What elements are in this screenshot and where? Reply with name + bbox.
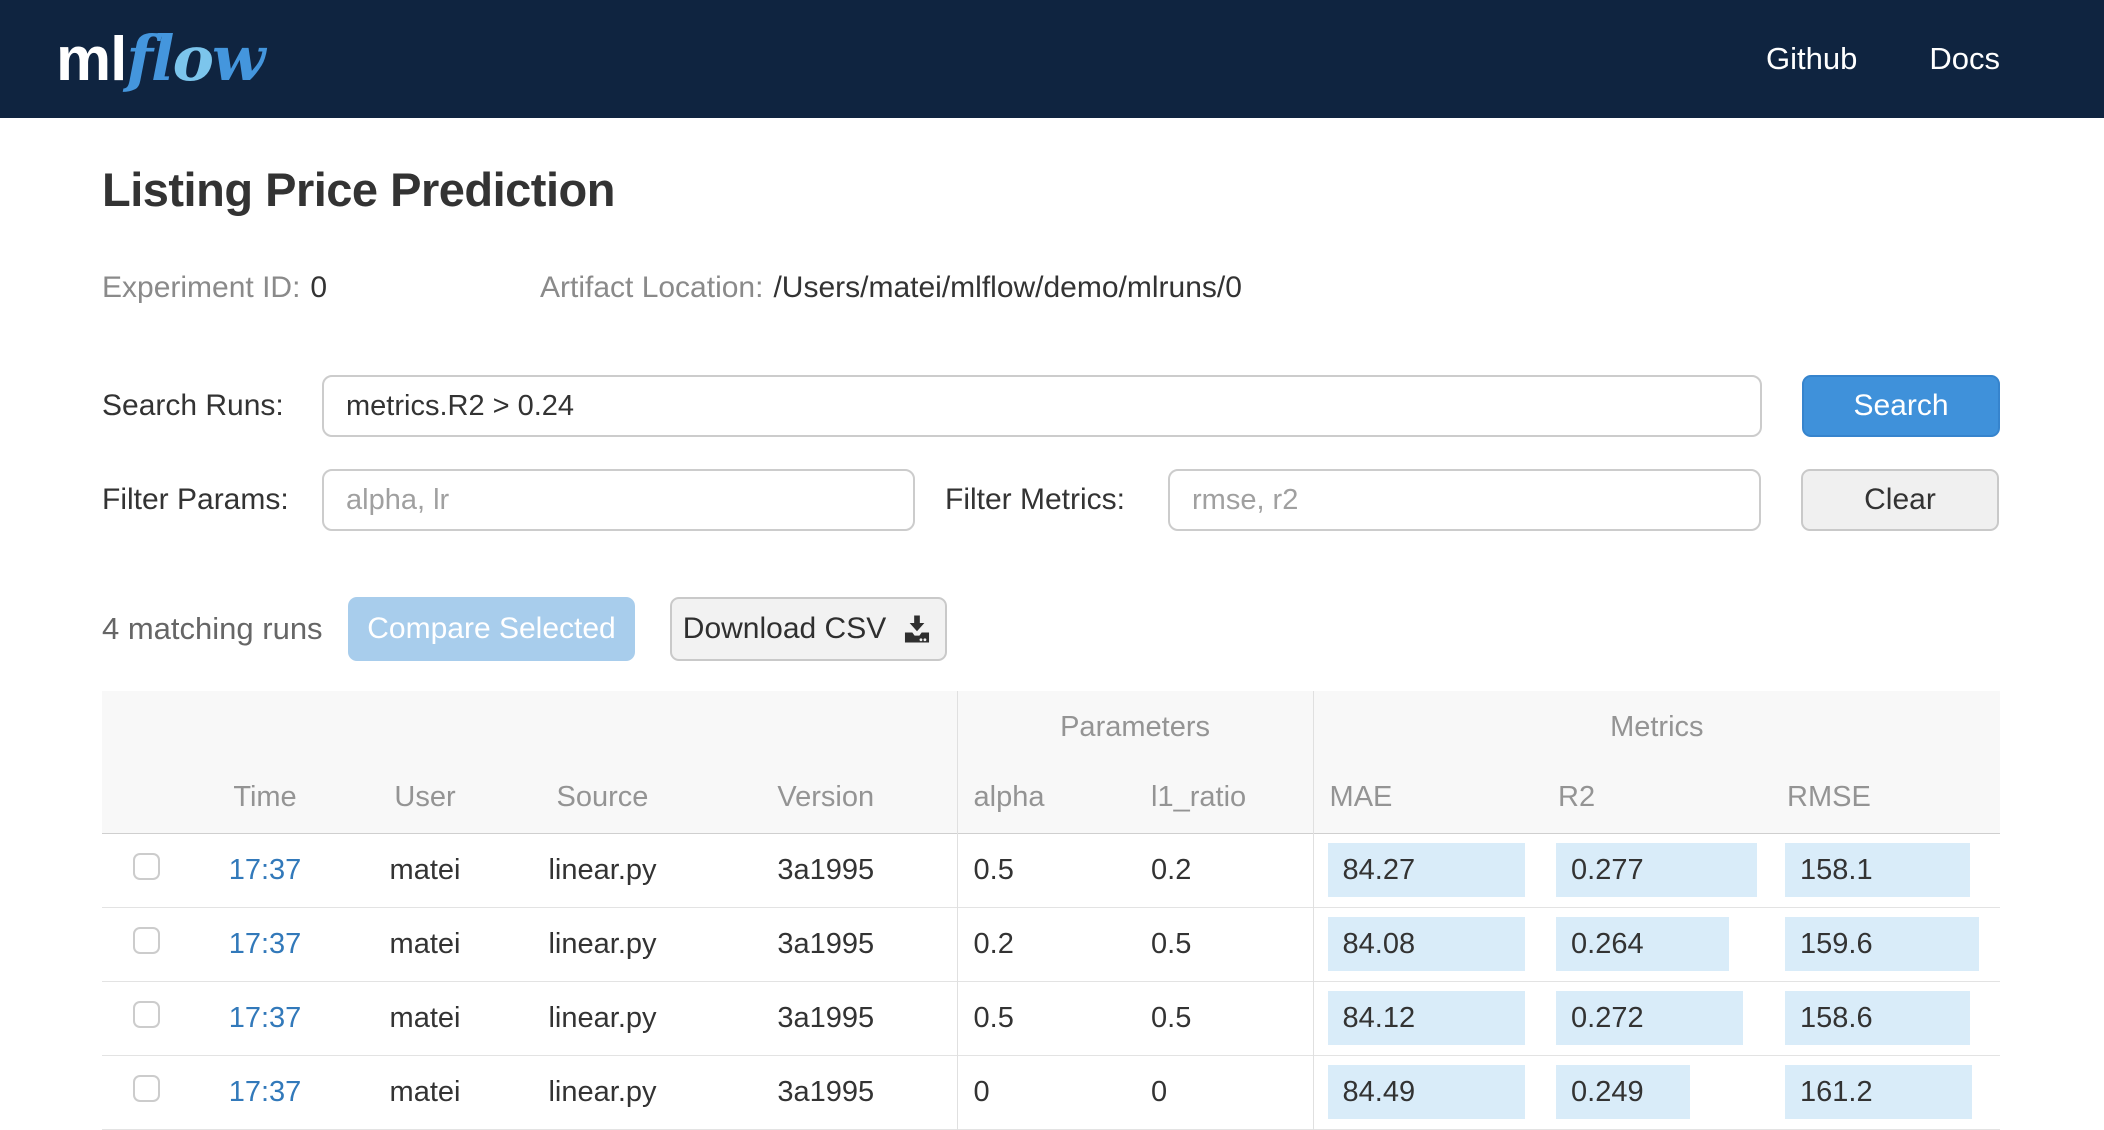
col-header-rmse: RMSE — [1787, 781, 1871, 814]
filter-metrics-input[interactable] — [1168, 469, 1761, 531]
artifact-location-group: Artifact Location: /Users/matei/mlflow/d… — [540, 271, 1242, 305]
run-source: linear.py — [548, 1075, 657, 1108]
run-metric-rmse: 161.2 — [1785, 1065, 1973, 1119]
run-source: linear.py — [548, 1001, 657, 1034]
run-metric-rmse: 158.1 — [1785, 843, 1971, 897]
table-row: 17:37 matei linear.py 3a1995 0.5 0.5 84.… — [102, 981, 2001, 1055]
download-csv-button[interactable]: Download CSV — [670, 597, 947, 661]
run-param-l1-ratio: 0.5 — [1151, 1001, 1192, 1034]
run-param-l1-ratio: 0 — [1151, 1075, 1168, 1108]
run-source: linear.py — [548, 927, 657, 960]
logo-ml: ml — [56, 24, 127, 94]
run-param-l1-ratio: 0.2 — [1151, 853, 1192, 886]
logo-flow: flow — [126, 21, 265, 95]
col-header-mae: MAE — [1312, 763, 1543, 833]
run-checkbox[interactable] — [132, 1000, 160, 1028]
run-checkbox[interactable] — [132, 852, 160, 880]
search-runs-label: Search Runs: — [102, 389, 284, 422]
page-title: Listing Price Prediction — [102, 163, 615, 216]
search-runs-input[interactable] — [322, 375, 1762, 437]
run-version: 3a1995 — [777, 927, 875, 960]
search-button[interactable]: Search — [1802, 375, 2000, 437]
run-source: linear.py — [548, 853, 657, 886]
experiment-id-group: Experiment ID: 0 — [102, 271, 540, 305]
run-metric-rmse: 158.6 — [1785, 991, 1971, 1045]
group-header-parameters: Parameters — [956, 691, 1314, 763]
run-version: 3a1995 — [777, 1001, 875, 1034]
run-param-l1-ratio: 0.5 — [1151, 927, 1192, 960]
col-header-time: Time — [233, 781, 297, 814]
experiment-id-value: 0 — [310, 271, 328, 304]
matching-runs-count: 4 matching runs — [102, 611, 323, 646]
run-user: matei — [389, 1075, 461, 1108]
run-param-alpha: 0 — [956, 1055, 1136, 1129]
run-metric-mae: 84.27 — [1327, 843, 1525, 897]
nav-link-docs[interactable]: Docs — [1929, 41, 2000, 77]
nav-link-github[interactable]: Github — [1766, 41, 1857, 77]
mlflow-logo[interactable]: ml flow — [56, 21, 265, 95]
run-version: 3a1995 — [777, 853, 875, 886]
table-row: 17:37 matei linear.py 3a1995 0.5 0.2 84.… — [102, 833, 2001, 907]
run-metric-mae: 84.49 — [1327, 1065, 1525, 1119]
table-row: 17:37 matei linear.py 3a1995 0 0 84.49 0… — [102, 1055, 2001, 1129]
col-header-version: Version — [777, 781, 875, 814]
run-metric-r2: 0.277 — [1556, 843, 1758, 897]
nav-links: Github Docs — [1766, 41, 2000, 77]
filter-params-input[interactable] — [322, 469, 915, 531]
run-checkbox[interactable] — [132, 926, 160, 954]
run-checkbox[interactable] — [132, 1074, 160, 1102]
col-header-r2: R2 — [1558, 781, 1596, 814]
run-metric-rmse: 159.6 — [1785, 917, 1980, 971]
runs-table: Parameters Metrics Time User Source Vers… — [102, 691, 2001, 1130]
run-metric-mae: 84.08 — [1327, 917, 1525, 971]
experiment-meta: Experiment ID: 0 Artifact Location: /Use… — [102, 271, 2000, 305]
table-row: 17:37 matei linear.py 3a1995 0.2 0.5 84.… — [102, 907, 2001, 981]
run-version: 3a1995 — [777, 1075, 875, 1108]
run-metric-r2: 0.264 — [1556, 917, 1730, 971]
group-header-empty — [102, 691, 957, 763]
table-body: 17:37 matei linear.py 3a1995 0.5 0.2 84.… — [102, 833, 2001, 1129]
col-header-l1-ratio: l1_ratio — [1151, 781, 1247, 814]
download-csv-label: Download CSV — [682, 612, 887, 645]
run-metric-r2: 0.249 — [1556, 1065, 1691, 1119]
run-time-link[interactable]: 17:37 — [229, 1076, 302, 1108]
experiment-id-label: Experiment ID: — [102, 271, 301, 304]
run-user: matei — [389, 853, 461, 886]
run-user: matei — [389, 1001, 461, 1034]
run-time-link[interactable]: 17:37 — [229, 928, 302, 960]
run-param-alpha: 0.5 — [956, 981, 1136, 1055]
actions-row: 4 matching runs Compare Selected Downloa… — [102, 597, 2000, 661]
run-param-alpha: 0.2 — [956, 907, 1136, 981]
download-icon — [905, 615, 930, 643]
filter-params-label: Filter Params: — [102, 483, 289, 516]
run-metric-mae: 84.12 — [1327, 991, 1525, 1045]
col-header-source: Source — [556, 781, 649, 814]
artifact-location-value: /Users/matei/mlflow/demo/mlruns/0 — [773, 271, 1242, 304]
run-metric-r2: 0.272 — [1556, 991, 1744, 1045]
table-header: Parameters Metrics Time User Source Vers… — [102, 691, 2001, 833]
run-time-link[interactable]: 17:37 — [229, 854, 302, 886]
compare-selected-button[interactable]: Compare Selected — [348, 597, 635, 661]
col-header-alpha: alpha — [956, 763, 1136, 833]
run-time-link[interactable]: 17:37 — [229, 1002, 302, 1034]
artifact-location-label: Artifact Location: — [540, 271, 764, 304]
filter-metrics-label: Filter Metrics: — [945, 483, 1125, 516]
col-header-checkbox — [102, 763, 190, 833]
run-user: matei — [389, 927, 461, 960]
group-header-metrics: Metrics — [1312, 691, 2001, 763]
run-param-alpha: 0.5 — [956, 833, 1136, 907]
navbar: ml flow Github Docs — [0, 0, 2104, 118]
col-header-user: User — [394, 781, 456, 814]
search-row: Search Runs: Search — [102, 375, 2000, 437]
filter-row: Filter Params: Filter Metrics: Clear — [102, 469, 2000, 531]
clear-button[interactable]: Clear — [1801, 469, 1999, 531]
